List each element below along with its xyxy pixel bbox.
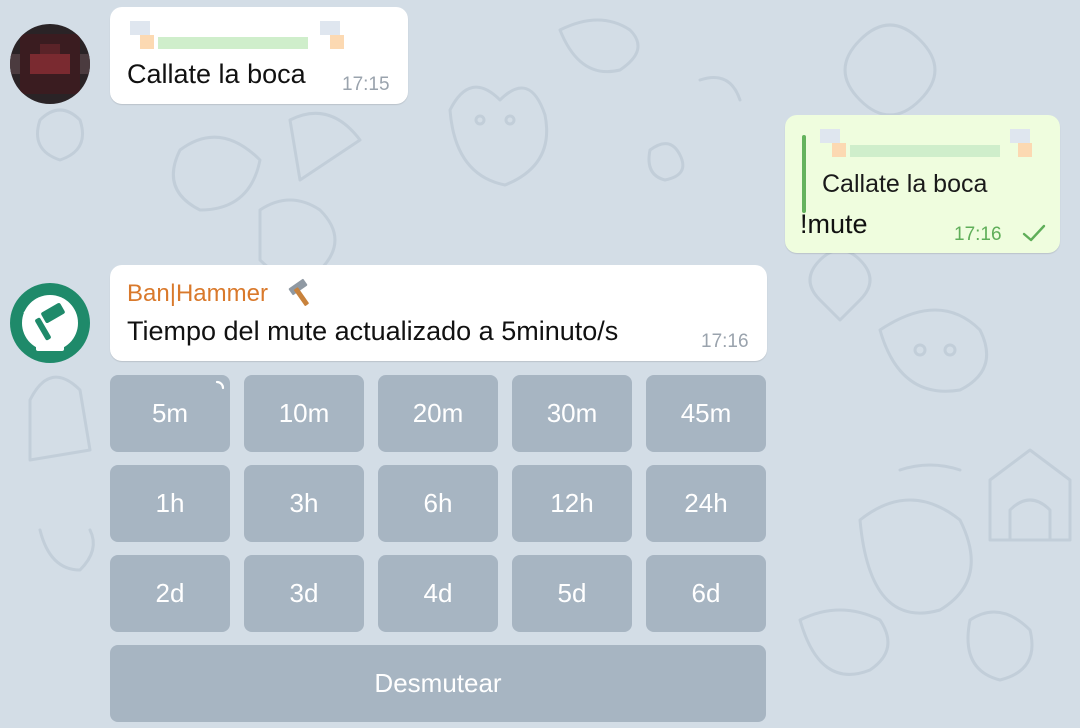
keyboard-button-label: 1h [155,488,185,518]
keyboard-button-label: 3d [289,578,319,608]
keyboard-button-label: Desmutear [374,668,502,698]
message-text: Tiempo del mute actualizado a 5minuto/s [127,316,619,346]
keyboard-button-label: 12h [550,488,594,518]
sender-name[interactable]: Ban|Hammer [127,280,268,308]
keyboard-button-30m[interactable]: 30m [512,375,632,452]
keyboard-button-3h[interactable]: 3h [244,465,364,542]
keyboard-button-6d[interactable]: 6d [646,555,766,632]
keyboard-button-label: 20m [412,398,464,428]
keyboard-button-45m[interactable]: 45m [646,375,766,452]
reply-quote-bar [802,135,806,213]
sender-avatar[interactable] [10,24,90,104]
keyboard-button-label: 45m [680,398,732,428]
keyboard-button-label: 24h [684,488,728,518]
keyboard-button-6h[interactable]: 6h [378,465,498,542]
reply-quote-text: Callate la boca [822,170,988,198]
keyboard-button-desmutear[interactable]: Desmutear [110,645,766,722]
keyboard-button-10m[interactable]: 10m [244,375,364,452]
message-time: 17:15 [342,74,390,95]
keyboard-button-label: 30m [546,398,598,428]
keyboard-button-label: 5d [557,578,587,608]
bot-avatar[interactable] [10,283,90,363]
banhammer-logo-icon [12,285,88,361]
message-text: !mute [800,209,868,239]
keyboard-button-label: 5m [151,398,189,428]
keyboard-button-3d[interactable]: 3d [244,555,364,632]
keyboard-button-12h[interactable]: 12h [512,465,632,542]
hammer-icon [288,278,309,306]
keyboard-button-label: 6h [423,488,453,518]
message-time: 17:16 [701,331,749,352]
message-text: Callate la boca [127,59,306,89]
keyboard-button-label: 10m [278,398,330,428]
keyboard-button-4d[interactable]: 4d [378,555,498,632]
single-check-icon [1022,224,1046,242]
keyboard-button-1h[interactable]: 1h [110,465,230,542]
blurred-reply-sender-name [820,129,1032,157]
message-bubble-bot[interactable]: Ban|Hammer Tiempo del mute actualizado a… [110,265,767,361]
keyboard-button-5d[interactable]: 5d [512,555,632,632]
message-bubble-incoming[interactable]: Callate la boca 17:15 [110,7,408,104]
keyboard-button-20m[interactable]: 20m [378,375,498,452]
keyboard-button-label: 3h [289,488,319,518]
blurred-sender-name [130,21,344,49]
keyboard-button-label: 4d [423,578,453,608]
keyboard-button-2d[interactable]: 2d [110,555,230,632]
keyboard-button-label: 2d [155,578,185,608]
keyboard-button-24h[interactable]: 24h [646,465,766,542]
keyboard-button-label: 6d [691,578,721,608]
message-bubble-outgoing[interactable]: Callate la boca !mute 17:16 [785,115,1060,253]
message-time: 17:16 [954,224,1002,245]
loading-spinner-icon [215,380,225,390]
keyboard-button-5m[interactable]: 5m [110,375,230,452]
